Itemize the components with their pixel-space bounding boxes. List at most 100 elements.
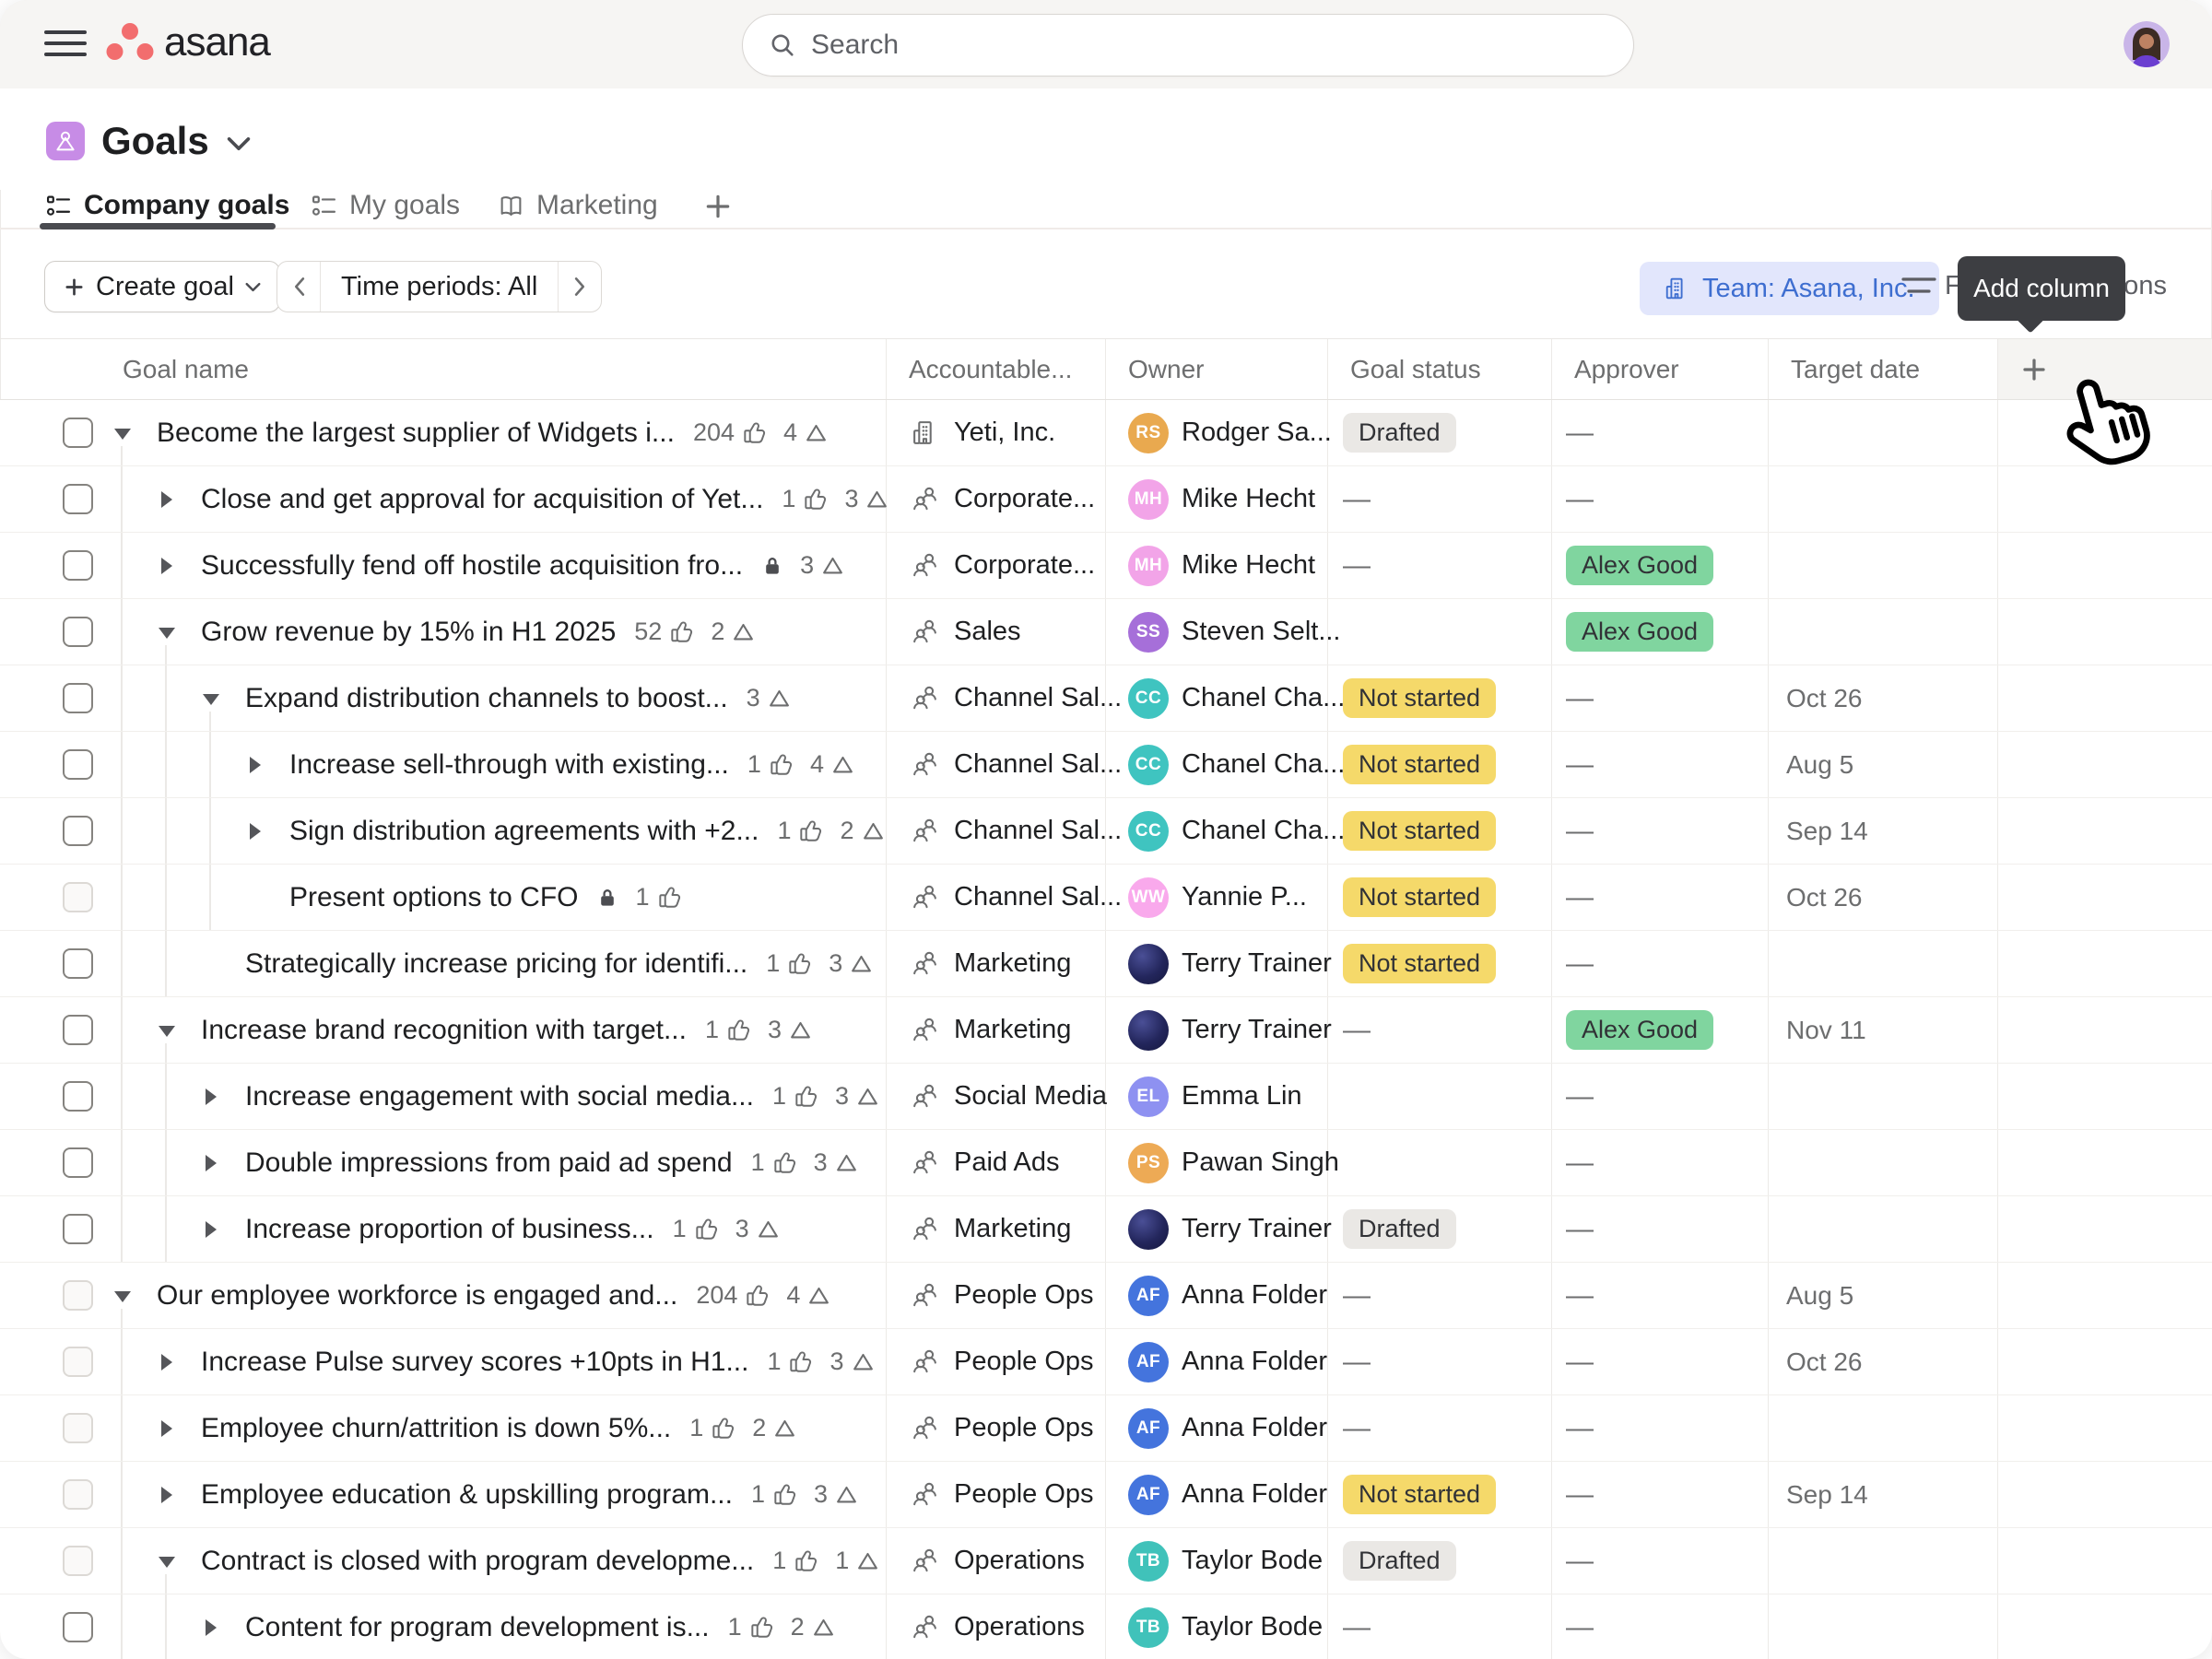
accountable-team-cell[interactable]: People Ops xyxy=(887,1395,1106,1461)
table-row[interactable]: Contract is closed with program developm… xyxy=(0,1528,2212,1594)
goal-cell[interactable]: Expand distribution channels to boost...… xyxy=(0,665,887,731)
target-date-cell[interactable] xyxy=(1769,533,1998,598)
goal-name[interactable]: Successfully fend off hostile acquisitio… xyxy=(201,550,743,582)
goal-status-cell[interactable]: Not started xyxy=(1328,665,1552,731)
goal-cell[interactable]: Content for program development is...12 xyxy=(0,1594,887,1659)
collapse-arrow-icon[interactable] xyxy=(159,628,175,639)
owner-cell[interactable]: MHMike Hecht xyxy=(1106,533,1328,598)
owner-cell[interactable]: AFAnna Folder xyxy=(1106,1263,1328,1328)
owner-cell[interactable]: CCChanel Cha... xyxy=(1106,732,1328,797)
goal-name[interactable]: Increase sell-through with existing... xyxy=(289,749,729,781)
filter-icon[interactable] xyxy=(1901,274,1936,298)
owner-cell[interactable]: SSSteven Selt... xyxy=(1106,599,1328,665)
row-checkbox[interactable] xyxy=(63,882,93,912)
owner-cell[interactable]: Terry Trainer xyxy=(1106,997,1328,1063)
row-checkbox[interactable] xyxy=(63,484,93,514)
approver-cell[interactable]: — xyxy=(1552,1462,1769,1527)
accountable-team-cell[interactable]: Channel Sal... xyxy=(887,665,1106,731)
goal-cell[interactable]: Double impressions from paid ad spend13 xyxy=(0,1130,887,1195)
table-row[interactable]: Content for program development is...12O… xyxy=(0,1594,2212,1659)
status-badge[interactable]: Not started xyxy=(1343,745,1496,784)
goal-status-cell[interactable]: Not started xyxy=(1328,732,1552,797)
approver-badge[interactable]: Alex Good xyxy=(1566,1010,1713,1050)
owner-cell[interactable]: AFAnna Folder xyxy=(1106,1329,1328,1394)
goal-name[interactable]: Double impressions from paid ad spend xyxy=(245,1147,733,1179)
goal-status-cell[interactable]: — xyxy=(1328,1329,1552,1394)
owner-cell[interactable]: PSPawan Singh xyxy=(1106,1130,1328,1195)
goal-status-cell[interactable]: — xyxy=(1328,533,1552,598)
table-row[interactable]: Increase proportion of business...13Mark… xyxy=(0,1196,2212,1263)
status-badge[interactable]: Not started xyxy=(1343,678,1496,718)
owner-cell[interactable]: WWYannie P... xyxy=(1106,865,1328,930)
user-avatar[interactable] xyxy=(2124,21,2170,67)
team-filter-chip[interactable]: Team: Asana, Inc. xyxy=(1640,262,1939,315)
table-row[interactable]: Increase sell-through with existing...14… xyxy=(0,732,2212,798)
row-checkbox[interactable] xyxy=(63,1081,93,1112)
target-date-cell[interactable] xyxy=(1769,931,1998,996)
table-row[interactable]: Employee education & upskilling program.… xyxy=(0,1462,2212,1528)
time-periods-prev-button[interactable] xyxy=(277,262,320,312)
target-date-cell[interactable]: Sep 14 xyxy=(1769,1462,1998,1527)
collapse-arrow-icon[interactable] xyxy=(159,1557,175,1568)
accountable-team-cell[interactable]: Corporate... xyxy=(887,533,1106,598)
goal-cell[interactable]: Increase sell-through with existing...14 xyxy=(0,732,887,797)
row-checkbox[interactable] xyxy=(63,948,93,979)
column-header-approver[interactable]: Approver xyxy=(1552,339,1769,399)
column-header-goal-name[interactable]: Goal name xyxy=(0,339,887,399)
accountable-team-cell[interactable]: Corporate... xyxy=(887,466,1106,532)
target-date-cell[interactable]: Oct 26 xyxy=(1769,1329,1998,1394)
approver-cell[interactable]: Alex Good xyxy=(1552,599,1769,665)
accountable-team-cell[interactable]: Operations xyxy=(887,1528,1106,1594)
collapse-arrow-icon[interactable] xyxy=(114,1291,131,1302)
add-column-button[interactable] xyxy=(1998,339,2212,399)
goal-name[interactable]: Increase Pulse survey scores +10pts in H… xyxy=(201,1347,748,1378)
owner-cell[interactable]: CCChanel Cha... xyxy=(1106,665,1328,731)
time-periods-next-button[interactable] xyxy=(559,262,601,312)
owner-cell[interactable]: ELEmma Lin xyxy=(1106,1064,1328,1129)
accountable-team-cell[interactable]: Marketing xyxy=(887,1196,1106,1262)
target-date-cell[interactable] xyxy=(1769,1528,1998,1594)
goal-cell[interactable]: Increase brand recognition with target..… xyxy=(0,997,887,1063)
goal-name[interactable]: Grow revenue by 15% in H1 2025 xyxy=(201,617,616,648)
table-row[interactable]: Close and get approval for acquisition o… xyxy=(0,466,2212,533)
column-header-accountable-[interactable]: Accountable... xyxy=(887,339,1106,399)
expand-arrow-icon[interactable] xyxy=(161,1354,172,1371)
row-checkbox[interactable] xyxy=(63,1214,93,1244)
table-row[interactable]: Expand distribution channels to boost...… xyxy=(0,665,2212,732)
target-date-cell[interactable]: Sep 14 xyxy=(1769,798,1998,864)
goal-status-cell[interactable]: — xyxy=(1328,1263,1552,1328)
table-row[interactable]: Increase Pulse survey scores +10pts in H… xyxy=(0,1329,2212,1395)
goal-name[interactable]: Content for program development is... xyxy=(245,1612,710,1643)
collapse-arrow-icon[interactable] xyxy=(203,694,219,705)
tab-company-goals[interactable]: Company goals xyxy=(46,190,289,221)
table-row[interactable]: Employee churn/attrition is down 5%...12… xyxy=(0,1395,2212,1462)
goal-cell[interactable]: Grow revenue by 15% in H1 2025522 xyxy=(0,599,887,665)
accountable-team-cell[interactable]: People Ops xyxy=(887,1329,1106,1394)
table-row[interactable]: Double impressions from paid ad spend13 P… xyxy=(0,1130,2212,1196)
tab-my-goals[interactable]: My goals xyxy=(312,190,460,221)
target-date-cell[interactable] xyxy=(1769,1064,1998,1129)
goal-cell[interactable]: Employee education & upskilling program.… xyxy=(0,1462,887,1527)
approver-cell[interactable]: — xyxy=(1552,1395,1769,1461)
goal-cell[interactable]: Sign distribution agreements with +2...1… xyxy=(0,798,887,864)
table-row[interactable]: Become the largest supplier of Widgets i… xyxy=(0,400,2212,466)
goal-name[interactable]: Strategically increase pricing for ident… xyxy=(245,948,747,980)
expand-arrow-icon[interactable] xyxy=(206,1155,217,1171)
accountable-team-cell[interactable]: Marketing xyxy=(887,997,1106,1063)
goal-status-cell[interactable]: — xyxy=(1328,466,1552,532)
goal-name[interactable]: Become the largest supplier of Widgets i… xyxy=(157,418,675,449)
goal-status-cell[interactable]: — xyxy=(1328,997,1552,1063)
status-badge[interactable]: Drafted xyxy=(1343,1541,1456,1581)
goal-name[interactable]: Our employee workforce is engaged and... xyxy=(157,1280,677,1312)
approver-cell[interactable]: — xyxy=(1552,1064,1769,1129)
row-checkbox[interactable] xyxy=(63,1413,93,1443)
goal-cell[interactable]: Strategically increase pricing for ident… xyxy=(0,931,887,996)
goal-name[interactable]: Employee churn/attrition is down 5%... xyxy=(201,1413,671,1444)
target-date-cell[interactable] xyxy=(1769,400,1998,465)
goal-name[interactable]: Increase proportion of business... xyxy=(245,1214,654,1245)
row-checkbox[interactable] xyxy=(63,418,93,448)
status-badge[interactable]: Not started xyxy=(1343,1475,1496,1514)
approver-cell[interactable]: — xyxy=(1552,400,1769,465)
goal-name[interactable]: Present options to CFO xyxy=(289,882,578,913)
goal-name[interactable]: Increase engagement with social media... xyxy=(245,1081,754,1112)
